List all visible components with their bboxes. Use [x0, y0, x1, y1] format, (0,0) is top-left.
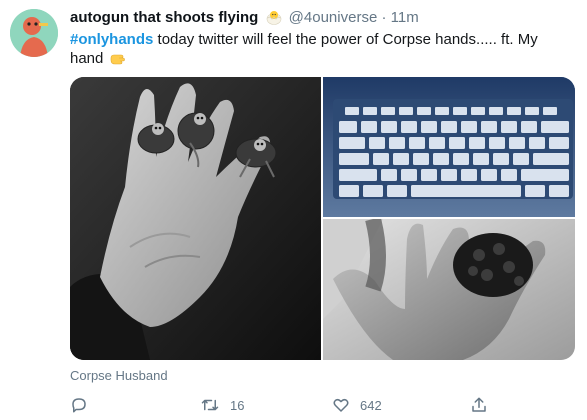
media-grid [70, 77, 575, 360]
avatar[interactable] [10, 9, 58, 57]
hatching-chick-emoji-icon [266, 9, 282, 31]
photo-hand-with-ring[interactable] [323, 219, 575, 360]
hashtag-link[interactable]: #onlyhands [70, 31, 153, 48]
tweet[interactable]: autogun that shoots flying @4ouniverse ·… [0, 0, 587, 420]
retweet-button[interactable]: 16 [200, 394, 244, 416]
hand-emoji-icon [109, 49, 126, 71]
reply-icon [72, 398, 86, 413]
reply-button[interactable] [70, 394, 98, 416]
share-button[interactable] [470, 394, 488, 416]
share-icon [472, 397, 486, 412]
timestamp[interactable]: 11m [391, 9, 419, 26]
action-bar: 16 642 [70, 394, 575, 416]
photo-hand-with-rings[interactable] [70, 77, 321, 360]
display-name[interactable]: autogun that shoots flying [70, 9, 258, 26]
handle[interactable]: @4ouniverse [289, 9, 378, 26]
photo-keyboard[interactable] [323, 77, 575, 217]
tweet-header: autogun that shoots flying @4ouniverse ·… [70, 8, 419, 31]
retweet-icon [201, 399, 219, 411]
retweet-count: 16 [230, 397, 245, 413]
separator-dot: · [381, 9, 387, 26]
like-button[interactable]: 642 [332, 394, 382, 416]
media-caption[interactable]: Corpse Husband [70, 368, 168, 383]
like-count: 642 [360, 397, 382, 413]
heart-icon [333, 398, 349, 412]
tweet-text: #onlyhands today twitter will feel the p… [70, 30, 575, 71]
